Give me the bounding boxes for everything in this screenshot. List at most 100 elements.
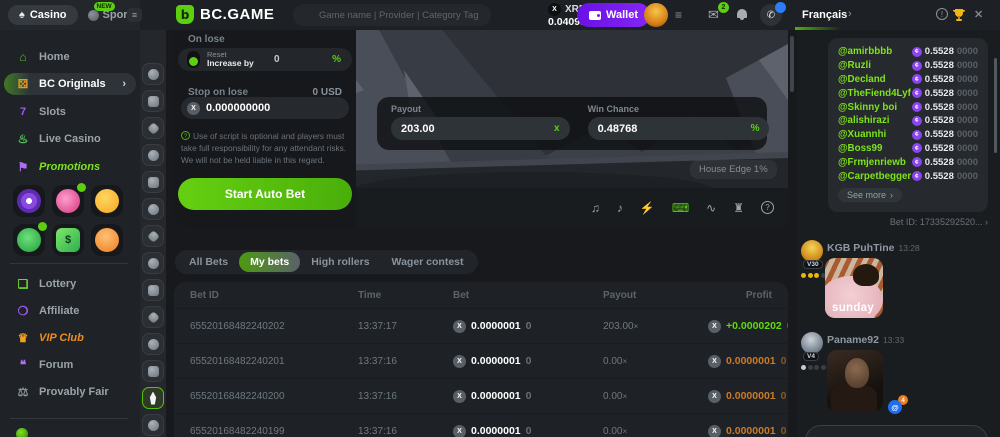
collapse-menu-button[interactable]: ≡ — [127, 8, 142, 22]
payout-input[interactable] — [401, 123, 554, 135]
mention-row[interactable]: @Decland¢0.55280000 — [838, 73, 978, 87]
on-lose-control[interactable]: Reset Increase by 0 % — [178, 48, 352, 71]
game-icon-9[interactable] — [142, 279, 164, 301]
mention-row[interactable]: @Carpetbegger¢0.55280000 — [838, 169, 978, 183]
game-icon-2[interactable] — [142, 90, 164, 112]
mention-amount: 0.5528 — [925, 143, 954, 154]
avatar[interactable] — [801, 332, 823, 354]
chat-username[interactable]: Paname9213:33 — [827, 334, 904, 346]
sidebar-item-home[interactable]: ⌂ Home — [0, 46, 140, 68]
chat-gif-sunday[interactable]: sunday — [825, 258, 883, 318]
mention-row[interactable]: @TheFiend4Lyf¢0.55280000 — [838, 86, 978, 100]
sidebar-item-provably-fair[interactable]: ⚖ Provably Fair — [0, 381, 140, 403]
game-icon-5[interactable] — [142, 171, 164, 193]
promo-vip-tile[interactable] — [91, 224, 123, 256]
stop-amount-field[interactable]: X — [181, 97, 349, 119]
game-icon-3[interactable] — [142, 117, 164, 139]
tab-my-bets[interactable]: My bets — [239, 252, 300, 272]
table-row[interactable]: 65520168482240201 13:37:16 X0.00000010 0… — [174, 343, 788, 378]
divider — [10, 263, 128, 264]
sidebar-item-live-casino[interactable]: ♨ Live Casino — [0, 128, 140, 150]
mention-row[interactable]: @amirbbbb¢0.55280000 — [838, 45, 978, 59]
trends-icon[interactable]: ∿ — [706, 201, 716, 215]
sidebar-item-affiliate[interactable]: ❍ Affiliate — [0, 300, 140, 322]
mail-icon[interactable]: ✉ — [708, 7, 719, 23]
increase-value[interactable]: 0 — [274, 54, 280, 65]
game-icon-7[interactable] — [142, 225, 164, 247]
win-chance-field[interactable]: % — [588, 117, 770, 140]
bet-amount: 0.0000001 — [471, 390, 521, 402]
start-auto-bet-button[interactable]: Start Auto Bet — [178, 178, 352, 210]
info-icon[interactable]: ! — [936, 8, 948, 20]
scrollbar[interactable] — [790, 36, 794, 92]
sidebar-label: BC Originals — [39, 78, 106, 90]
sidebar-item-slots[interactable]: 7 Slots — [0, 101, 140, 123]
bc-coin-icon: ¢ — [912, 47, 922, 57]
mention-reaction-badge[interactable]: @ — [888, 400, 902, 414]
profit-amount-dim: 0 — [781, 390, 787, 402]
help-icon[interactable]: ? — [761, 201, 774, 214]
casino-tab[interactable]: ♠ Casino — [8, 5, 78, 25]
promo-spin-tile[interactable] — [13, 185, 45, 217]
promo-wheel-tile[interactable] — [52, 185, 84, 217]
music-icon[interactable]: ♫ — [591, 201, 600, 215]
promo-piggy-tile[interactable] — [91, 185, 123, 217]
game-icon-limbo-active[interactable] — [142, 387, 164, 409]
game-icon-14[interactable] — [142, 414, 164, 436]
trophy-icon[interactable] — [952, 8, 966, 21]
tab-wager-contest[interactable]: Wager contest — [381, 252, 475, 272]
table-row[interactable]: 65520168482240200 13:37:16 X0.00000010 0… — [174, 378, 788, 413]
game-icon-10[interactable] — [142, 306, 164, 328]
close-icon[interactable]: ✕ — [974, 8, 983, 21]
chat-username[interactable]: KGB PuhTine13:28 — [827, 242, 920, 254]
mention-amount: 0.5528 — [925, 129, 954, 140]
table-row[interactable]: 65520168482240202 13:37:17 X0.00000010 2… — [174, 308, 788, 343]
game-icon-1[interactable] — [142, 63, 164, 85]
bet-id-link[interactable]: Bet ID: 17335292520... › — [828, 217, 988, 227]
search-input[interactable] — [293, 4, 491, 26]
bet-id: 65520168482240201 — [190, 356, 358, 367]
payout-field[interactable]: x — [391, 117, 570, 140]
user-avatar[interactable] — [644, 3, 668, 27]
game-icon-11[interactable] — [142, 333, 164, 355]
win-chance-input[interactable] — [598, 123, 751, 135]
sidebar-item-promotions[interactable]: ⚑ Promotions — [0, 156, 140, 178]
promo-clover-tile[interactable] — [13, 224, 45, 256]
game-icon-12[interactable] — [142, 360, 164, 382]
mention-row[interactable]: @Frmjenriewb¢0.55280000 — [838, 155, 978, 169]
reset-increase-toggle[interactable] — [187, 51, 200, 68]
see-more-button[interactable]: See more› — [838, 188, 902, 202]
game-icon-6[interactable] — [142, 198, 164, 220]
language-selector[interactable]: Français — [802, 9, 847, 21]
mention-row[interactable]: @alishirazi¢0.55280000 — [838, 114, 978, 128]
keyboard-icon[interactable]: ⌨ — [672, 201, 689, 215]
game-icon-4[interactable] — [142, 144, 164, 166]
bell-icon[interactable] — [737, 9, 747, 18]
sidebar-label: Slots — [39, 106, 66, 118]
chat-scrollbar[interactable] — [994, 58, 997, 153]
mention-row[interactable]: @Xuannhi¢0.55280000 — [838, 128, 978, 142]
crescent-badge — [38, 222, 47, 231]
mention-row[interactable]: @Ruzli¢0.55280000 — [838, 59, 978, 73]
hotkeys-icon[interactable]: ⚡ — [640, 201, 655, 215]
sidebar-item-forum[interactable]: ❝ Forum — [0, 354, 140, 376]
mention-row[interactable]: @Boss99¢0.55280000 — [838, 142, 978, 156]
tab-high-rollers[interactable]: High rollers — [300, 252, 380, 272]
mention-row[interactable]: @Skinny boi¢0.55280000 — [838, 100, 978, 114]
sound-icon[interactable]: ♪ — [617, 201, 623, 215]
promo-cash-tile[interactable]: $ — [52, 224, 84, 256]
armor-icon[interactable]: ♜ — [733, 201, 744, 215]
sidebar-item-bc-originals[interactable]: ⚄ BC Originals › — [4, 73, 136, 95]
tab-all-bets[interactable]: All Bets — [178, 252, 239, 272]
wallet-button[interactable]: Wallet — [577, 3, 650, 27]
sidebar-item-lottery[interactable]: ❏ Lottery — [0, 273, 140, 295]
bc-game-logo[interactable]: b BC.GAME — [176, 5, 274, 24]
quick-menu-icon[interactable]: ≡ — [675, 8, 682, 22]
stop-amount-input[interactable] — [206, 102, 326, 114]
table-row[interactable]: 65520168482240199 13:37:16 X0.00000010 0… — [174, 413, 788, 437]
avatar[interactable] — [801, 240, 823, 262]
chat-message-input[interactable] — [805, 425, 988, 437]
sidebar-item-vip-club[interactable]: ♛ VIP Club — [0, 327, 140, 349]
chat-gif-portrait[interactable] — [827, 350, 883, 412]
game-icon-8[interactable] — [142, 252, 164, 274]
